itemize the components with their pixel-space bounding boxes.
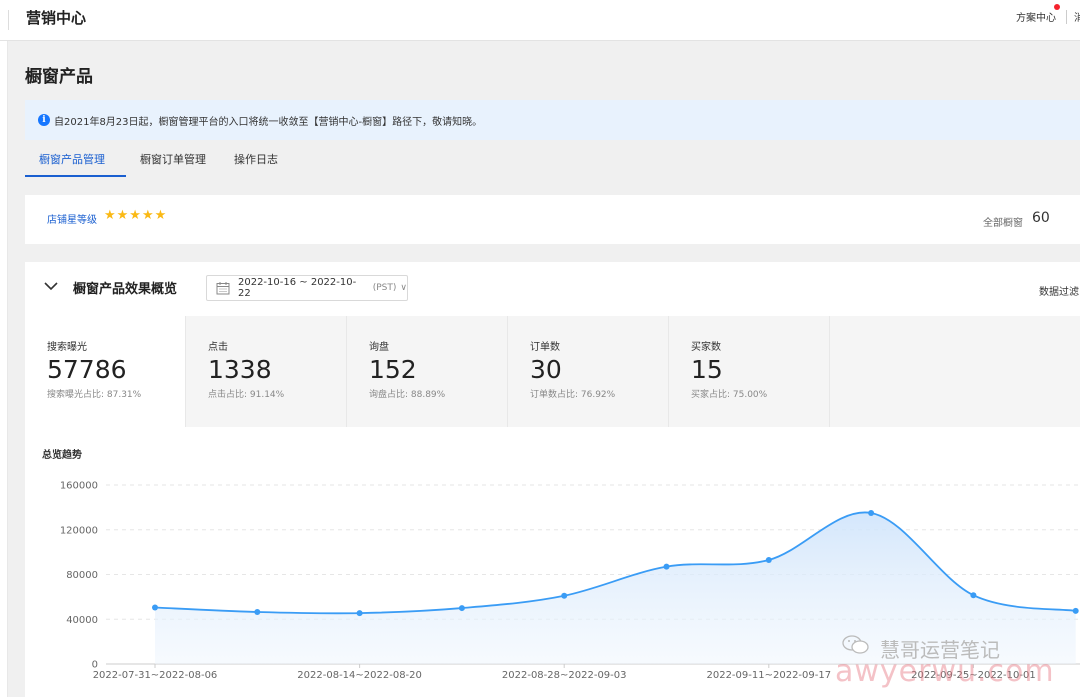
metric-clicks[interactable]: 点击 1338 点击占比: 91.14%: [186, 316, 347, 427]
y-tick-label: 160000: [60, 481, 98, 492]
y-tick-label: 80000: [66, 570, 98, 581]
chevron-down-icon: ∨: [400, 283, 407, 293]
tab-window-orders[interactable]: 橱窗订单管理: [126, 145, 220, 177]
data-point: [356, 610, 363, 617]
chevron-down-icon[interactable]: [43, 278, 59, 294]
data-point: [254, 608, 261, 615]
metric-share: 点击占比: 91.14%: [208, 390, 285, 400]
metric-value: 152: [369, 355, 417, 384]
metric-label: 询盘: [369, 342, 389, 353]
metric-value: 1338: [208, 355, 272, 384]
metric-value: 30: [530, 355, 562, 384]
metric-label: 点击: [208, 342, 228, 353]
metric-value: 15: [691, 355, 723, 384]
all-windows-label: 全部橱窗: [983, 218, 1023, 229]
trend-chart-svg: 0 40000 80000 120000 160000 2022-07-31~2022-0…: [60, 481, 1080, 681]
info-icon: i: [38, 114, 50, 126]
series-area: [155, 512, 1076, 664]
data-filter-link[interactable]: 数据过滤: [1039, 283, 1079, 298]
top-bar: 营销中心 方案中心 消: [0, 0, 1080, 41]
trend-title: 总览趋势: [42, 450, 82, 461]
divider: [8, 10, 9, 30]
date-range-picker[interactable]: 2022-10-16 ~ 2022-10-22 (PST) ∨: [206, 275, 408, 301]
x-tick-label: 2022-08-14~2022-08-20: [297, 670, 422, 681]
date-range-value: 2022-10-16 ~ 2022-10-22: [237, 277, 357, 299]
data-point: [561, 592, 568, 599]
metric-orders[interactable]: 订单数 30 订单数占比: 76.92%: [508, 316, 669, 427]
data-point: [970, 592, 977, 599]
data-point: [1072, 607, 1079, 614]
tab-operation-log[interactable]: 操作日志: [220, 145, 292, 177]
y-tick-label: 0: [92, 660, 98, 671]
overview-header: 橱窗产品效果概览 2022-10-16 ~ 2022-10-22 (PST) ∨…: [25, 262, 1080, 316]
data-point: [152, 604, 158, 611]
x-tick-label: 2022-09-11~2022-09-17: [706, 670, 831, 681]
timezone-label: (PST): [372, 283, 397, 293]
app-title: 营销中心: [26, 9, 87, 27]
calendar-icon: [216, 282, 230, 295]
metric-share: 搜索曝光占比: 87.31%: [47, 390, 142, 400]
truncated-nav-link[interactable]: 消: [1074, 9, 1080, 24]
data-point: [663, 563, 670, 570]
data-point: [765, 556, 772, 563]
metric-share: 买家占比: 75.00%: [691, 390, 768, 400]
data-point: [868, 509, 875, 516]
divider: [1066, 10, 1067, 24]
overview-title: 橱窗产品效果概览: [73, 282, 178, 297]
trend-chart: 0 40000 80000 120000 160000 2022-07-31~2022-0…: [25, 462, 1080, 697]
y-tick-label: 120000: [60, 525, 98, 536]
star-rating: ★★★★★: [104, 208, 168, 223]
metrics-row: 搜索曝光 57786 搜索曝光占比: 87.31% 点击 1338 点击占比: …: [25, 316, 1080, 427]
metric-buyers[interactable]: 买家数 15 买家占比: 75.00%: [669, 316, 830, 427]
metric-label: 搜索曝光: [47, 342, 87, 353]
metric-inquiries[interactable]: 询盘 152 询盘占比: 88.89%: [347, 316, 508, 427]
notification-dot: [1054, 4, 1060, 10]
shop-star-label[interactable]: 店铺星等级: [47, 211, 97, 226]
metric-search-exposure[interactable]: 搜索曝光 57786 搜索曝光占比: 87.31%: [25, 316, 186, 427]
x-tick-label: 2022-09-25~2022-10-01: [911, 670, 1036, 681]
metric-label: 订单数: [530, 342, 560, 353]
metric-share: 订单数占比: 76.92%: [530, 390, 616, 400]
all-windows-value: 60: [1032, 210, 1050, 226]
data-point: [458, 605, 465, 612]
tab-window-products[interactable]: 橱窗产品管理: [25, 145, 126, 177]
notice-text: 自2021年8月23日起，橱窗管理平台的入口将统一收敛至【营销中心-橱窗】路径下…: [54, 116, 483, 128]
notice-banner: i 自2021年8月23日起，橱窗管理平台的入口将统一收敛至【营销中心-橱窗】路…: [25, 100, 1080, 140]
overview-panel: 橱窗产品效果概览 2022-10-16 ~ 2022-10-22 (PST) ∨…: [25, 262, 1080, 697]
page-title: 橱窗产品: [25, 67, 93, 87]
x-tick-label: 2022-07-31~2022-08-06: [93, 670, 218, 681]
shop-info-card: 店铺星等级 ★★★★★ 全部橱窗 60: [25, 195, 1080, 244]
tab-bar: 橱窗产品管理 橱窗订单管理 操作日志: [25, 145, 292, 177]
metric-value: 57786: [47, 355, 127, 384]
metric-share: 询盘占比: 88.89%: [369, 390, 446, 400]
metric-label: 买家数: [691, 342, 721, 353]
sidebar-edge: [0, 41, 8, 697]
plan-center-link[interactable]: 方案中心: [1016, 9, 1056, 24]
y-tick-label: 40000: [66, 615, 98, 626]
x-tick-label: 2022-08-28~2022-09-03: [502, 670, 627, 681]
